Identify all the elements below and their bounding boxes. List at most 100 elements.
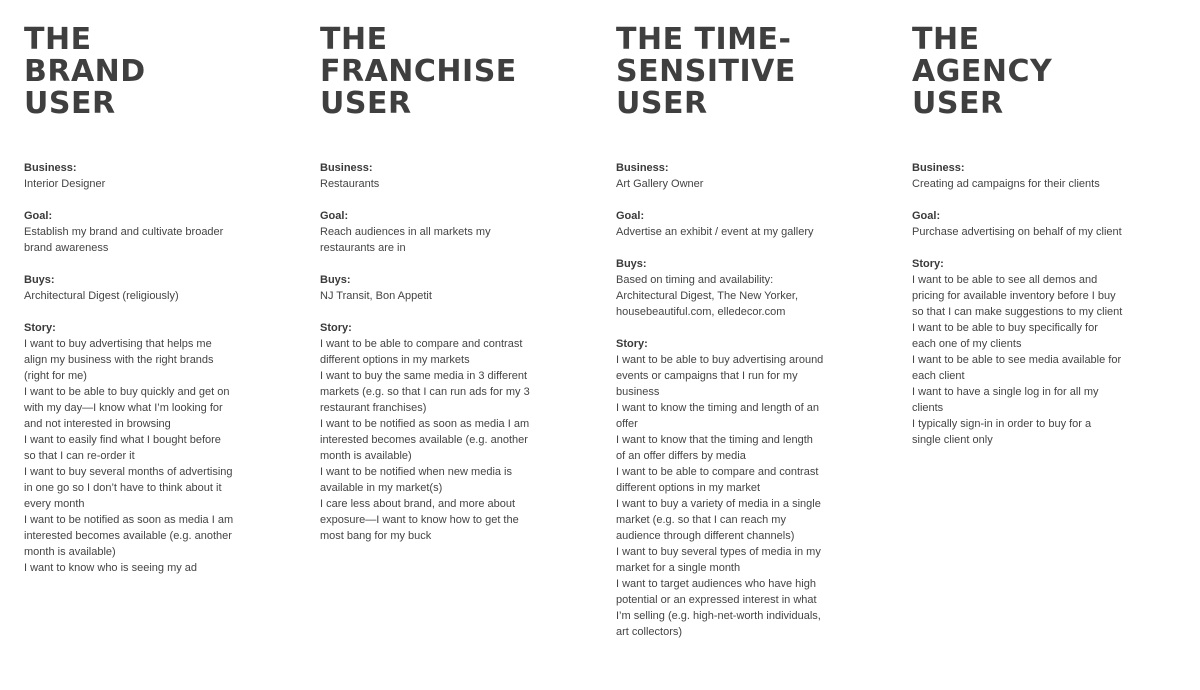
persona-title-line: THE <box>320 22 388 57</box>
section-text-line: interested becomes available (e.g. anoth… <box>320 434 528 446</box>
section-text-line: Purchase advertising on behalf of my cli… <box>912 226 1122 238</box>
section-text-line: I want to be able to see media available… <box>912 354 1122 366</box>
section-label: Buys: <box>616 258 647 270</box>
section-text-line: art collectors) <box>616 626 683 638</box>
persona-section: Buys: NJ Transit, Bon Appetit <box>320 272 552 304</box>
persona-title-line: USER <box>320 86 412 121</box>
persona-sections: Business: Art Gallery Owner Goal: Advertise… <box>616 160 848 640</box>
section-text-line: I want to buy the same media in 3 differ… <box>320 370 528 382</box>
section-text-line: of an offer differs by media <box>616 450 746 462</box>
persona-title-line: USER <box>24 86 116 121</box>
persona-section: Goal: Reach audiences in all markets my re… <box>320 208 552 256</box>
persona-section: Story: I want to buy advertising that hel… <box>24 320 256 576</box>
section-text-line: different options in my markets <box>320 354 470 366</box>
section-text-line: brand awareness <box>24 242 109 254</box>
section-text-line: I want to be notified as soon as media I… <box>24 514 234 526</box>
persona-section: Buys: Based on timing and availability: Ar… <box>616 256 848 320</box>
persona-title-line: THE TIME- <box>616 22 792 57</box>
section-text-line: I want to buy several types of media in … <box>616 546 821 558</box>
persona-title-line: FRANCHISE <box>320 54 517 89</box>
persona-section: Goal: Establish my brand and cultivate br… <box>24 208 256 256</box>
section-label: Story: <box>912 258 944 270</box>
persona-section: Business: Creating ad campaigns for their… <box>912 160 1144 192</box>
section-text-line: Interior Designer <box>24 178 106 190</box>
section-text-line: markets (e.g. so that I can run ads for … <box>320 386 530 398</box>
persona-title: THE AGENCY USER <box>912 24 1144 120</box>
section-text-line: I want to be able to see all demos and <box>912 274 1098 286</box>
persona-title-line: USER <box>912 86 1004 121</box>
persona-sections: Business: Restaurants Goal: Reach audiences… <box>320 160 552 544</box>
persona-title-line: THE <box>912 22 980 57</box>
section-label: Goal: <box>24 210 53 222</box>
persona-title-line: THE <box>24 22 92 57</box>
persona-section: Business: Restaurants <box>320 160 552 192</box>
section-text-line: (right for me) <box>24 370 87 382</box>
section-text-line: each client <box>912 370 965 382</box>
section-text-line: Creating ad campaigns for their clients <box>912 178 1100 190</box>
section-label: Business: <box>616 162 669 174</box>
section-text-line: so that I can re-order it <box>24 450 135 462</box>
section-text-line: I care less about brand, and more about <box>320 498 516 510</box>
persona-column: THE TIME- SENSITIVE USER Business: Art Galle… <box>616 24 848 656</box>
section-label: Business: <box>320 162 373 174</box>
section-text-line: I want to be able to buy quickly and get… <box>24 386 230 398</box>
section-text-line: single client only <box>912 434 993 446</box>
section-text-line: I want to target audiences who have high <box>616 578 816 590</box>
persona-title: THE FRANCHISE USER <box>320 24 552 120</box>
section-text-line: I typically sign-in in order to buy for … <box>912 418 1092 430</box>
section-text-line: interested becomes available (e.g. anoth… <box>24 530 232 542</box>
section-text-line: Establish my brand and cultivate broader <box>24 226 224 238</box>
persona-column: THE BRAND USER Business: Interior Designer Go… <box>24 24 256 592</box>
section-label: Business: <box>24 162 77 174</box>
section-text-line: I want to buy a variety of media in a si… <box>616 498 821 510</box>
section-text-line: I want to easily find what I bought befo… <box>24 434 221 446</box>
persona-sections: Business: Creating ad campaigns for their… <box>912 160 1144 448</box>
section-label: Goal: <box>912 210 941 222</box>
section-text-line: each one of my clients <box>912 338 1022 350</box>
section-text-line: month is available) <box>320 450 412 462</box>
section-text-line: potential or an expressed interest in wh… <box>616 594 817 606</box>
section-text-line: I want to buy several months of advertis… <box>24 466 233 478</box>
section-text-line: so that I can make suggestions to my cli… <box>912 306 1123 318</box>
section-text-line: I want to be notified as soon as media I… <box>320 418 530 430</box>
section-text-line: month is available) <box>24 546 116 558</box>
section-text-line: different options in my market <box>616 482 761 494</box>
section-text-line: most bang for my buck <box>320 530 432 542</box>
section-text-line: Architectural Digest (religiously) <box>24 290 179 302</box>
section-text-line: restaurant franchises) <box>320 402 427 414</box>
section-text-line: Advertise an exhibit / event at my galle… <box>616 226 814 238</box>
persona-section: Business: Art Gallery Owner <box>616 160 848 192</box>
section-text-line: I’m selling (e.g. high-net-worth individ… <box>616 610 821 622</box>
section-label: Buys: <box>320 274 351 286</box>
section-text-line: I want to know the timing and length of … <box>616 402 820 414</box>
persona-section: Story: I want to be able to buy advertisi… <box>616 336 848 640</box>
persona-section: Buys: Architectural Digest (religiously) <box>24 272 256 304</box>
persona-section: Story: I want to be able to compare and c… <box>320 320 552 544</box>
section-text-line: in one go so I don’t have to think about… <box>24 482 222 494</box>
section-text-line: I want to be able to buy specifically fo… <box>912 322 1098 334</box>
section-text-line: I want to have a single log in for all m… <box>912 386 1099 398</box>
section-text-line: with my day—I know what I’m looking for <box>24 402 223 414</box>
section-text-line: pricing for available inventory before I… <box>912 290 1116 302</box>
section-text-line: market for a single month <box>616 562 741 574</box>
section-text-line: Architectural Digest, The New Yorker, <box>616 290 798 302</box>
persona-section: Goal: Advertise an exhibit / event at my … <box>616 208 848 240</box>
section-text-line: Reach audiences in all markets my <box>320 226 491 238</box>
section-text-line: I want to be able to compare and contras… <box>616 466 819 478</box>
section-text-line: market (e.g. so that I can reach my <box>616 514 786 526</box>
persona-title: THE TIME- SENSITIVE USER <box>616 24 848 120</box>
section-text-line: housebeautiful.com, elledecor.com <box>616 306 786 318</box>
section-text-line: audience through different channels) <box>616 530 795 542</box>
persona-title-line: AGENCY <box>912 54 1053 89</box>
persona-title-line: USER <box>616 86 708 121</box>
section-label: Goal: <box>616 210 645 222</box>
section-label: Business: <box>912 162 965 174</box>
section-text-line: I want to be able to buy advertising aro… <box>616 354 824 366</box>
persona-section: Story: I want to be able to see all demos… <box>912 256 1144 448</box>
section-text-line: I want to know who is seeing my ad <box>24 562 198 574</box>
section-text-line: business <box>616 386 660 398</box>
section-label: Goal: <box>320 210 349 222</box>
section-text-line: I want to be notified when new media is <box>320 466 513 478</box>
section-text-line: Restaurants <box>320 178 380 190</box>
section-label: Buys: <box>24 274 55 286</box>
